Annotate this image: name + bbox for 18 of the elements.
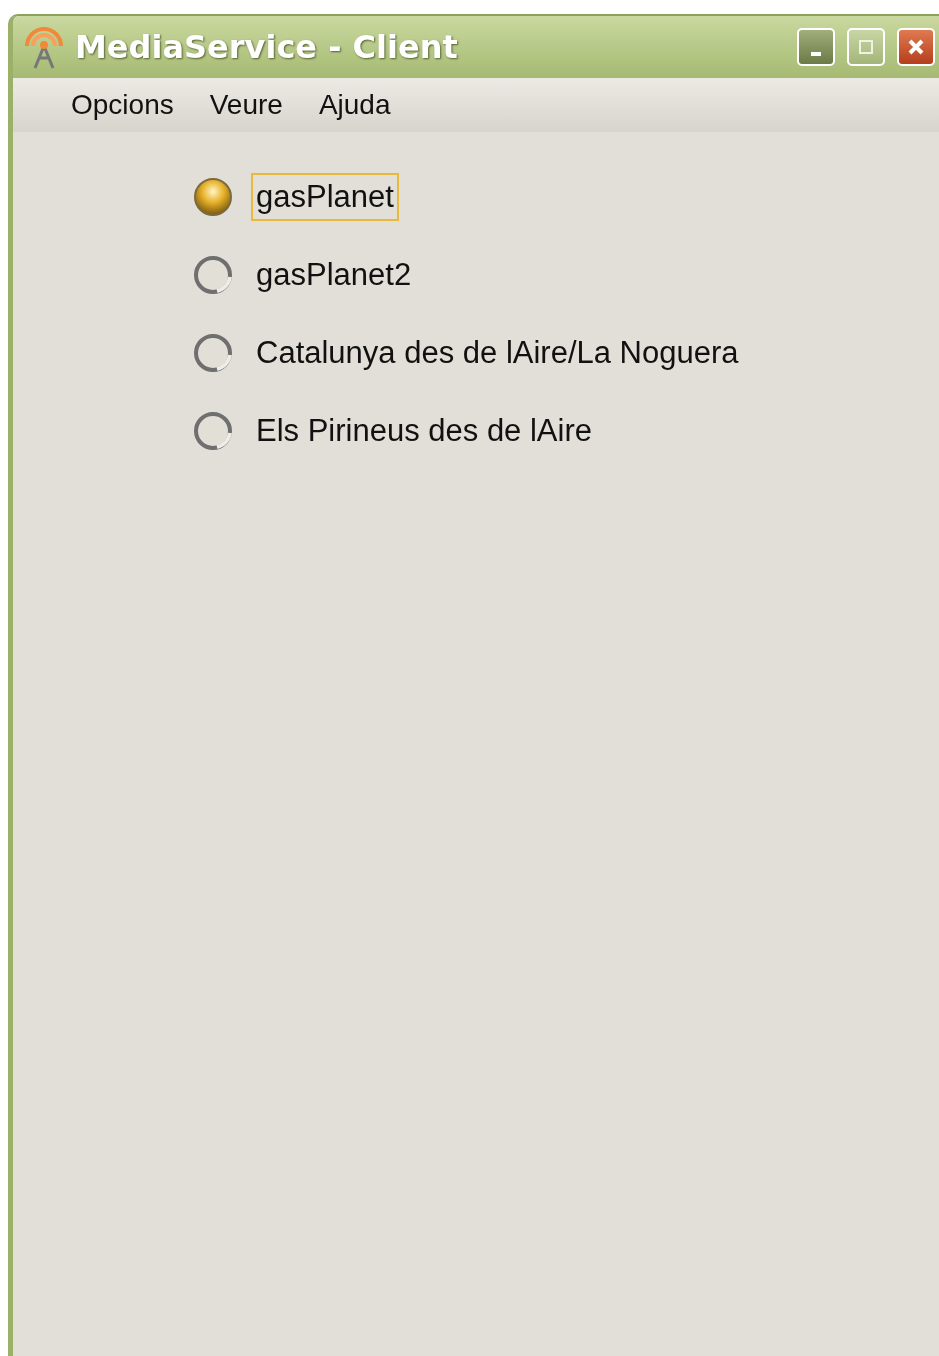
menu-item[interactable]: Opcions bbox=[53, 89, 192, 121]
radio-button[interactable] bbox=[193, 255, 233, 295]
menu-item[interactable]: Veure bbox=[191, 89, 301, 121]
maximize-icon bbox=[858, 39, 874, 55]
menu-item[interactable]: Ajuda bbox=[300, 89, 409, 121]
window-title: MediaService - Client bbox=[75, 28, 459, 66]
radio-button[interactable] bbox=[193, 333, 233, 373]
radio-button[interactable] bbox=[193, 177, 233, 217]
close-icon bbox=[906, 37, 926, 57]
radio-label: Catalunya des de lAire/La Noguera bbox=[255, 334, 740, 372]
radio-label: gasPlanet bbox=[251, 173, 399, 221]
maximize-button[interactable] bbox=[847, 28, 885, 66]
radio-label: gasPlanet2 bbox=[255, 256, 413, 294]
radio-button[interactable] bbox=[193, 411, 233, 451]
radio-label: Els Pirineus des de lAire bbox=[255, 412, 593, 450]
minimize-button[interactable] bbox=[797, 28, 835, 66]
minimize-icon bbox=[811, 52, 821, 56]
close-button[interactable] bbox=[897, 28, 935, 66]
